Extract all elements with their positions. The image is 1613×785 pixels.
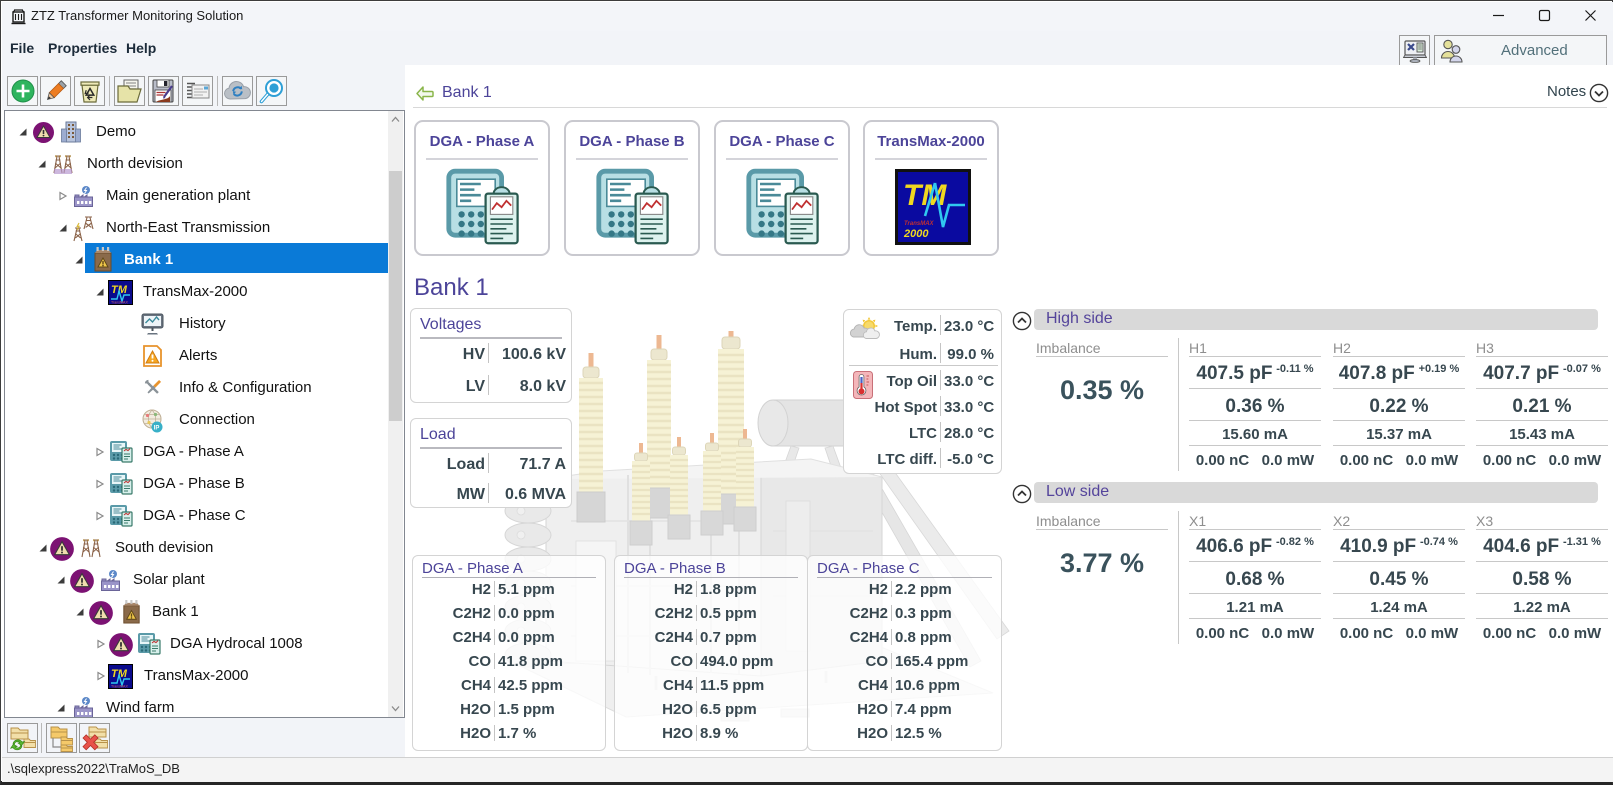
svg-text:TransMAX: TransMAX (111, 685, 128, 689)
svg-text:TransMAX: TransMAX (904, 221, 935, 227)
svg-text:2000: 2000 (903, 228, 929, 240)
svg-text:IP: IP (154, 426, 160, 432)
svg-text:TransMAX: TransMAX (111, 301, 128, 305)
